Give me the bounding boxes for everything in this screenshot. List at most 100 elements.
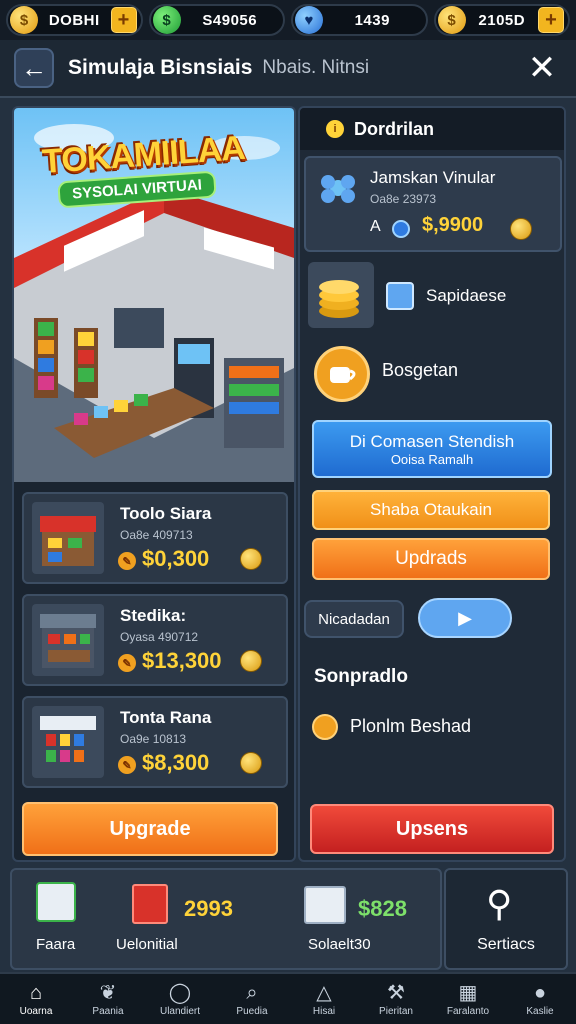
resource-value: 2105D	[478, 11, 526, 29]
shop-item[interactable]: Toolo Siara Oa8e 409713 ✎ $0,300	[22, 492, 288, 584]
featured-prefix: A	[370, 218, 381, 235]
section-title: Sonpradlo	[314, 666, 408, 687]
add-coins-button[interactable]: +	[538, 7, 564, 33]
coin-stack-icon	[308, 262, 374, 328]
updrads-button[interactable]: Updrads	[312, 538, 550, 580]
nav-label: Paania	[92, 1005, 124, 1017]
details-panel: i Dordrilan Jamskan Vinular Oa8e 23973 A…	[298, 106, 566, 862]
primary-action-button[interactable]: Di Comasen Stendish Ooisa Ramalh	[312, 420, 552, 478]
item-name: Stedika:	[120, 606, 187, 625]
stats-bar: Faara 2993 Uelonitial $828 Solaelt30	[10, 868, 442, 970]
button-line-2: Ooisa Ramalh	[390, 451, 474, 467]
shop-shelf-icon	[32, 706, 104, 778]
item-name: Tonta Rana	[120, 708, 212, 727]
stat-label: Uelonitial	[116, 936, 178, 953]
shop-item[interactable]: Tonta Rana Oa9e 10813 ✎ $8,300	[22, 696, 288, 788]
back-button[interactable]: ←	[14, 48, 54, 88]
upsens-button[interactable]: Upsens	[310, 804, 554, 854]
nav-item-user[interactable]: ● Kaslie	[504, 974, 576, 1024]
item-code: Oa9e 10813	[120, 732, 187, 746]
featured-name: Jamskan Vinular	[370, 168, 496, 187]
bottom-nav: ⌂ Uoarna ❦ Paania ◯ Ulandiert ⌕ Puedia △ Hisa…	[0, 972, 576, 1024]
shop-item[interactable]: Stedika: Oyasa 490712 ✎ $13,300	[22, 594, 288, 686]
search-people-icon: ⚲	[486, 883, 513, 924]
nav-label: Ulandiert	[159, 1005, 201, 1017]
nav-label: Uoarna	[19, 1005, 53, 1017]
home-icon: ⌂	[29, 981, 43, 1004]
item-code: Oa8e 409713	[120, 528, 193, 542]
nav-label: Pieritan	[379, 1005, 413, 1017]
item-price: $8,300	[142, 750, 210, 775]
nav-item-leaf[interactable]: ❦ Paania	[72, 974, 144, 1024]
play-icon: ▶	[458, 607, 472, 628]
featured-price: $,9900	[422, 214, 484, 236]
stat-value: 2993	[184, 896, 233, 921]
panel-heading-label: Dordrilan	[354, 118, 435, 139]
nav-item-search[interactable]: ⌕ Puedia	[216, 974, 288, 1024]
nav-label: Puedia	[236, 1005, 268, 1017]
chat-icon: ◯	[168, 981, 192, 1004]
play-button[interactable]: ▶	[418, 598, 512, 638]
store-icon: ▦	[458, 981, 478, 1004]
arrow-left-icon: ←	[21, 52, 47, 83]
shop-building-icon	[32, 604, 104, 676]
resource-value: 1439	[354, 11, 390, 29]
tag-icon: ✎	[118, 552, 136, 570]
resource-value: S49056	[202, 11, 258, 29]
add-gold-button[interactable]: +	[110, 7, 137, 33]
stat-label: Solaelt30	[308, 936, 371, 953]
panel-heading: i Dordrilan	[300, 108, 564, 150]
toggle-label: Nicadadan	[304, 600, 404, 638]
stat-label: Faara	[36, 936, 76, 953]
search-icon: ⌕	[246, 981, 258, 1004]
coin-icon	[240, 752, 262, 774]
user-icon: ●	[533, 981, 547, 1004]
tea-cup-icon	[314, 346, 370, 402]
leaf-icon: ❦	[99, 981, 117, 1004]
item-price: $13,300	[142, 648, 222, 673]
info-icon: i	[326, 120, 344, 138]
tools-icon: ⚒	[387, 981, 405, 1004]
upgrade-button[interactable]: Upgrade	[22, 802, 278, 856]
secondary-action-button[interactable]: Shaba Otaukain	[312, 490, 550, 530]
medal-icon	[312, 714, 338, 740]
nav-item-tent[interactable]: △ Hisai	[288, 974, 360, 1024]
nav-item-store[interactable]: ▦ Faralanto	[432, 974, 504, 1024]
nav-item-home[interactable]: ⌂ Uoarna	[0, 974, 72, 1024]
tent-icon: △	[316, 981, 332, 1004]
shop-icon	[36, 882, 76, 922]
nav-label: Kaslie	[526, 1005, 554, 1017]
box-icon	[304, 886, 346, 924]
resource-bar: $ DOBHI + $ S49056 ♥ 1439 $ 2105D +	[0, 0, 576, 40]
coin-icon	[240, 650, 262, 672]
featured-item[interactable]: Jamskan Vinular Oa8e 23973 A $,9900	[304, 156, 562, 252]
resource-value: DOBHI	[48, 11, 100, 29]
resource-gems: $ S49056	[148, 4, 285, 36]
tag-icon: ✎	[118, 654, 136, 672]
nav-item-chat[interactable]: ◯ Ulandiert	[144, 974, 216, 1024]
page-title: Simulaja Bisnsiais	[68, 56, 253, 79]
item-name: Toolo Siara	[120, 504, 212, 523]
flower-icon	[316, 168, 360, 208]
resource-hearts: ♥ 1439	[291, 4, 428, 36]
gold-coin-icon: $	[10, 6, 38, 34]
tag-icon: ✎	[118, 756, 136, 774]
services-label: Sertiacs	[477, 936, 535, 953]
heart-icon: ♥	[295, 6, 323, 34]
check-icon	[392, 220, 410, 238]
nav-label: Faralanto	[446, 1005, 490, 1017]
section-item[interactable]: Plonlm Beshad	[350, 716, 471, 737]
building-icon	[132, 884, 168, 924]
page-subtitle: Nbais. Nitnsi	[262, 57, 370, 78]
close-button[interactable]: ✕	[522, 48, 562, 88]
row-label[interactable]: Bosgetan	[382, 360, 458, 381]
nav-label: Hisai	[312, 1005, 336, 1017]
gem-icon: $	[152, 6, 181, 34]
services-button[interactable]: ⚲ Sertiacs	[444, 868, 568, 970]
nav-item-tools[interactable]: ⚒ Pieritan	[360, 974, 432, 1024]
store-banner: TOKAMIILAA SYSOLAI VIRTUAI	[14, 108, 294, 482]
row-label[interactable]: Sapidaese	[426, 286, 506, 306]
coin-icon	[510, 218, 532, 240]
item-code: Oyasa 490712	[120, 630, 199, 644]
page-header: ← Simulaja Bisnsiais Nbais. Nitnsi ✕	[0, 40, 576, 98]
